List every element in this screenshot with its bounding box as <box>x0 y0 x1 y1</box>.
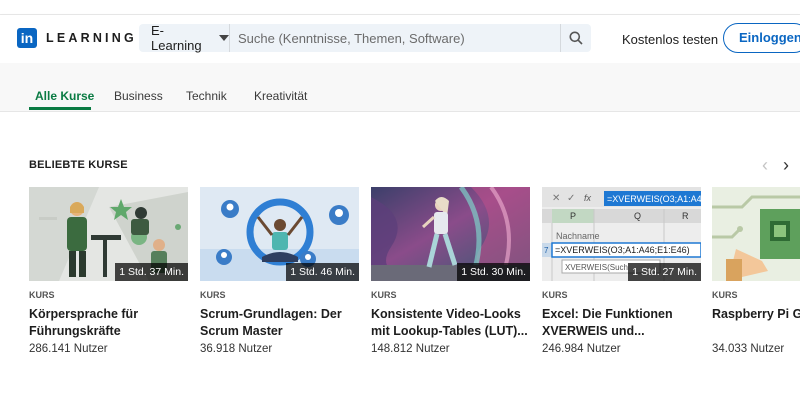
active-tab-indicator <box>29 107 91 110</box>
category-label: E-Learning <box>151 23 202 53</box>
course-card[interactable]: 1 Std. 46 Min. KURS Scrum-Grundlagen: De… <box>200 187 359 355</box>
category-tabs: Alle Kurse Business Technik Kreativität <box>0 63 800 112</box>
course-thumbnail: ✕ ✓ fx =XVERWEIS(O3;A1:A46 P Q R Nachnam… <box>542 187 701 281</box>
course-thumbnail <box>712 187 800 281</box>
course-thumbnail: 1 Std. 46 Min. <box>200 187 359 281</box>
course-title[interactable]: Scrum-Grundlagen: Der Scrum Master <box>200 306 359 339</box>
cell-label: Nachname <box>556 231 600 241</box>
course-thumbnail: 1 Std. 30 Min. <box>371 187 530 281</box>
course-card[interactable]: KURS Raspberry Pi G 34.033 Nutzer <box>712 187 800 355</box>
logo-wordmark: LEARNING <box>46 31 137 45</box>
login-button[interactable]: Einloggen <box>723 23 800 53</box>
tab-business[interactable]: Business <box>114 89 163 103</box>
course-card[interactable]: 1 Std. 37 Min. KURS Körpersprache für Fü… <box>29 187 188 355</box>
tab-kreativitaet[interactable]: Kreativität <box>254 89 307 103</box>
top-strip <box>0 0 800 15</box>
section-title: BELIEBTE KURSE <box>29 159 128 171</box>
linkedin-icon: in <box>17 28 37 48</box>
column-q: Q <box>634 211 641 221</box>
caret-down-icon <box>219 35 229 41</box>
course-title[interactable]: Konsistente Video-Looks mit Lookup-Table… <box>371 306 530 339</box>
raspberry-pi-illustration <box>712 187 800 281</box>
chevron-left-icon[interactable]: ‹ <box>762 156 768 174</box>
column-p: P <box>570 211 576 221</box>
course-users: 246.984 Nutzer <box>542 343 621 355</box>
course-card[interactable]: 1 Std. 30 Min. KURS Konsistente Video-Lo… <box>371 187 530 355</box>
search-icon <box>569 31 583 45</box>
course-card[interactable]: ✕ ✓ fx =XVERWEIS(O3;A1:A46 P Q R Nachnam… <box>542 187 701 355</box>
formula-text: =XVERWEIS(O3;A1:A46 <box>607 194 701 204</box>
tab-alle-kurse[interactable]: Alle Kurse <box>35 89 94 103</box>
free-trial-link[interactable]: Kostenlos testen <box>622 32 718 47</box>
course-type: KURS <box>712 290 738 300</box>
course-users: 36.918 Nutzer <box>200 343 273 355</box>
linkedin-learning-logo[interactable]: in LEARNING <box>17 28 137 48</box>
course-title[interactable]: Körpersprache für Führungskräfte <box>29 306 188 339</box>
course-users: 286.141 Nutzer <box>29 343 108 355</box>
duration-badge: 1 Std. 27 Min. <box>628 263 701 281</box>
search-button[interactable] <box>560 24 591 52</box>
category-dropdown[interactable]: E-Learning <box>139 23 230 53</box>
course-type: KURS <box>371 290 397 300</box>
tab-technik[interactable]: Technik <box>186 89 227 103</box>
row-number: 7 <box>544 246 549 255</box>
duration-badge: 1 Std. 46 Min. <box>286 263 359 281</box>
course-users: 148.812 Nutzer <box>371 343 450 355</box>
autocomplete-hint: XVERWEIS(Such <box>565 263 628 272</box>
course-title[interactable]: Raspberry Pi G <box>712 306 800 339</box>
confirm-check-icon: ✓ <box>567 193 575 204</box>
site-header: in LEARNING E-Learning Kostenlos testen … <box>0 15 800 63</box>
duration-badge: 1 Std. 30 Min. <box>457 263 530 281</box>
duration-badge: 1 Std. 37 Min. <box>115 263 188 281</box>
course-type: KURS <box>29 290 55 300</box>
course-type: KURS <box>200 290 226 300</box>
course-thumbnail: 1 Std. 37 Min. <box>29 187 188 281</box>
cell-formula: =XVERWEIS(O3;A1:A46;E1:E46) <box>555 245 690 255</box>
fx-label: fx <box>584 193 592 203</box>
course-users: 34.033 Nutzer <box>712 343 785 355</box>
chevron-right-icon[interactable]: › <box>783 156 789 174</box>
course-title[interactable]: Excel: Die Funktionen XVERWEIS und... <box>542 306 701 339</box>
search-input[interactable] <box>230 23 560 53</box>
cancel-x-icon: ✕ <box>552 193 560 204</box>
course-type: KURS <box>542 290 568 300</box>
column-r: R <box>682 211 689 221</box>
search-bar: E-Learning <box>139 23 591 53</box>
